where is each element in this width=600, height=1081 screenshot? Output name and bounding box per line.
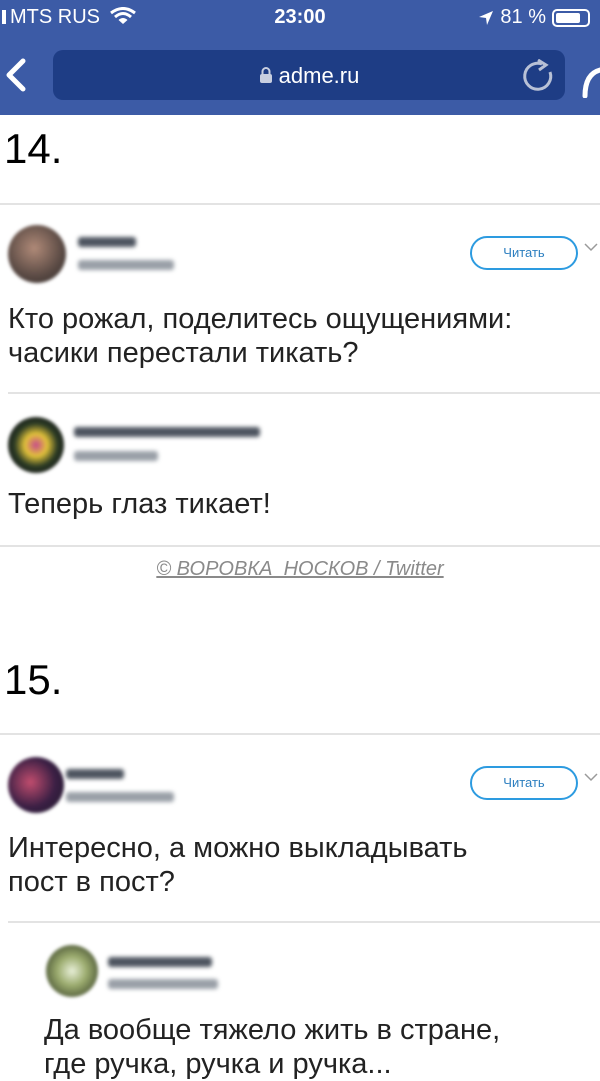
location-arrow-icon (479, 10, 494, 25)
reply-avatar (46, 945, 98, 997)
tweet-line: часики перестали тикать? (8, 337, 359, 369)
reply-handle-blurred (108, 979, 218, 989)
source-credit-link[interactable]: © ВОРОВКА_НОСКОВ / Twitter (0, 558, 600, 581)
back-button[interactable] (4, 58, 26, 97)
follow-button[interactable]: Читать (470, 236, 578, 270)
item-number: 14. (4, 125, 63, 172)
tweet-text: Интересно, а можно выкладывать пост в по… (8, 831, 468, 899)
status-right: 81 % (478, 6, 590, 29)
reload-icon[interactable] (521, 59, 555, 93)
author-avatar (8, 757, 64, 813)
reply-line: Да вообще тяжело жить в стране, (44, 1014, 501, 1046)
follow-button[interactable]: Читать (470, 766, 578, 800)
author-name-blurred (66, 769, 124, 779)
author-avatar (8, 225, 66, 283)
share-icon[interactable] (582, 62, 600, 98)
author-name-blurred (78, 237, 136, 247)
battery-percent: 81 % (500, 6, 546, 28)
url-display: adme.ru (53, 63, 565, 89)
reply-text: Теперь глаз тикает! (8, 488, 271, 520)
divider (0, 733, 600, 735)
reply-author-blurred (74, 427, 260, 437)
author-handle-blurred (78, 260, 174, 270)
battery-icon (552, 8, 590, 27)
tweet-text: Кто рожал, поделитесь ощущениями: часики… (8, 302, 512, 370)
author-handle-blurred (66, 792, 174, 802)
reply-author-blurred (108, 957, 212, 967)
address-bar[interactable]: adme.ru (53, 50, 565, 100)
tweet-line: Интересно, а можно выкладывать (8, 832, 468, 864)
url-text: adme.ru (278, 63, 360, 88)
divider (8, 392, 600, 394)
reply-handle-blurred (74, 451, 158, 461)
lock-icon (259, 67, 272, 83)
divider (8, 921, 600, 923)
reply-line: где ручка, ручка и ручка... (44, 1048, 392, 1080)
divider (0, 545, 600, 547)
battery-fill (556, 12, 580, 23)
reply-text: Да вообще тяжело жить в стране, где ручк… (44, 1013, 500, 1081)
chevron-down-icon[interactable] (584, 773, 598, 783)
chevron-left-icon (6, 58, 26, 92)
tweet-line: пост в пост? (8, 866, 175, 898)
tweet-line: Кто рожал, поделитесь ощущениями: (8, 303, 513, 335)
chevron-down-icon[interactable] (584, 243, 598, 253)
divider (0, 203, 600, 205)
browser-chrome: MTS RUS 23:00 81 % adme.ru (0, 0, 600, 115)
item-number: 15. (4, 656, 63, 703)
reply-avatar (8, 417, 64, 473)
